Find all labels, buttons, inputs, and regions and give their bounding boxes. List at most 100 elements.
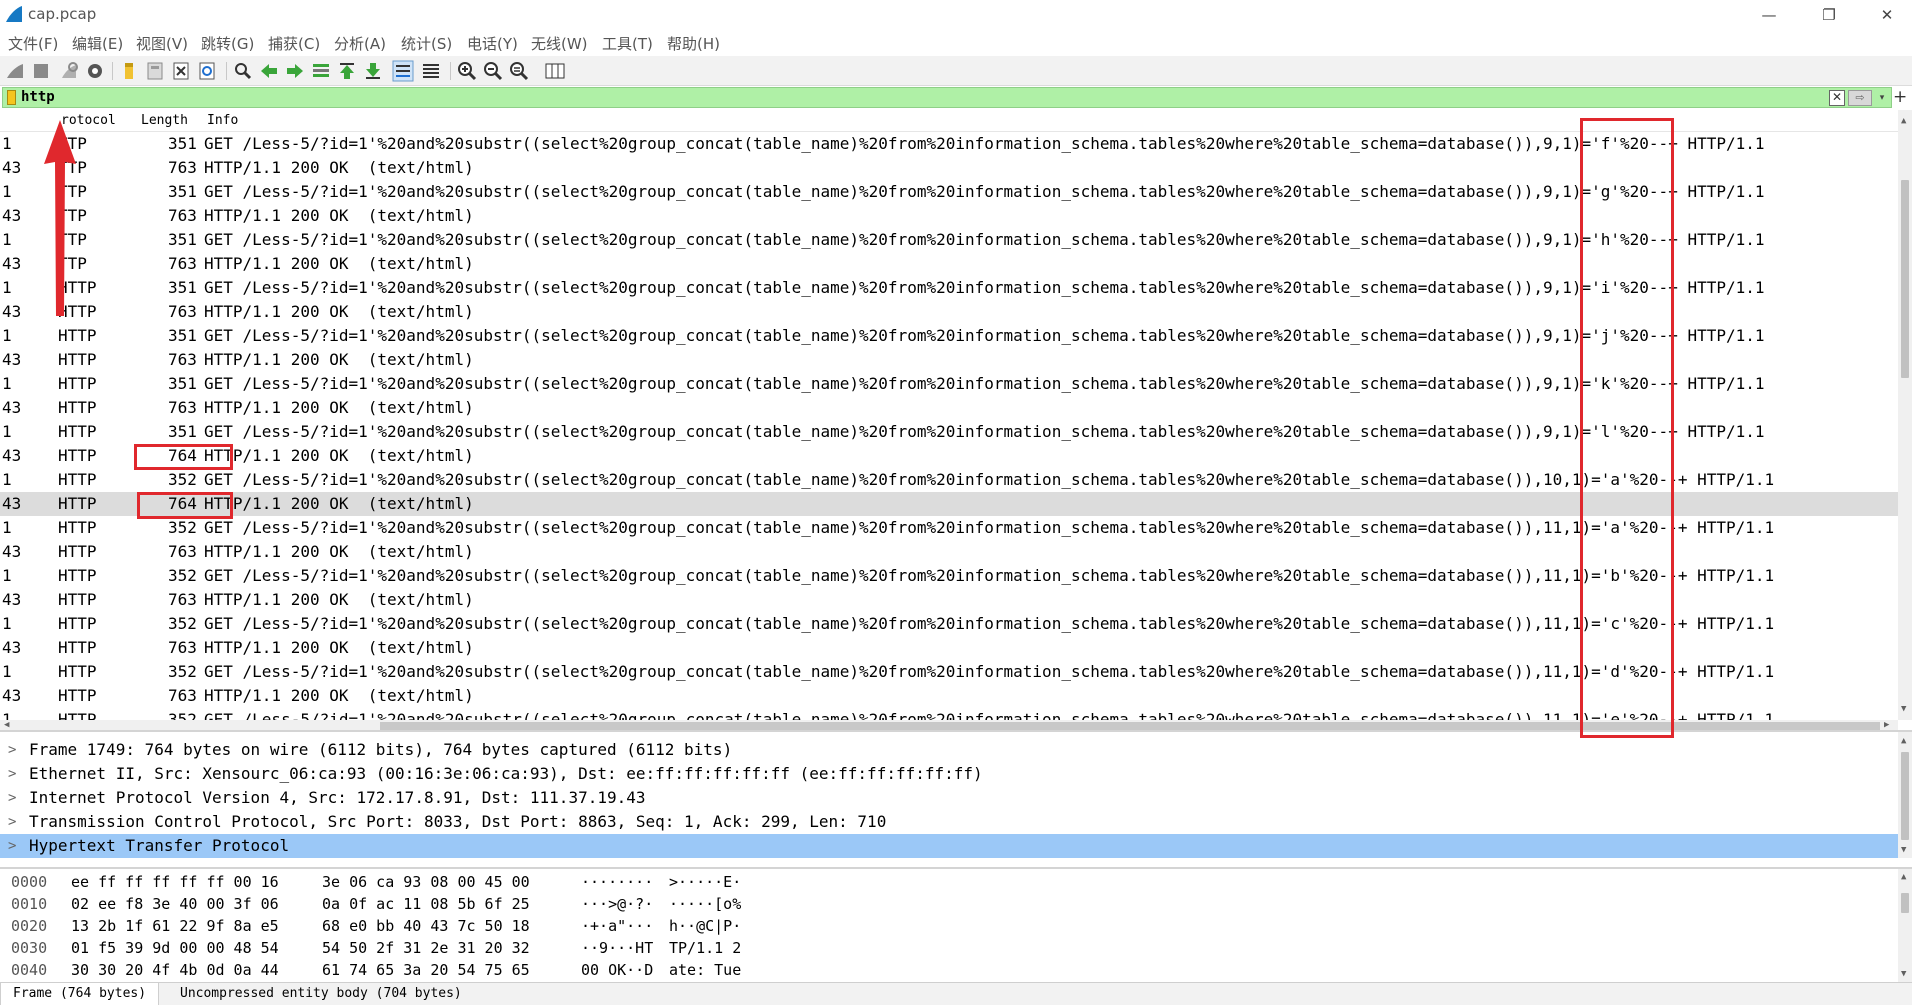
go-first-packet-icon[interactable]: [336, 60, 358, 82]
restart-capture-icon[interactable]: [58, 60, 80, 82]
apply-filter-icon[interactable]: ⇨: [1848, 90, 1872, 106]
capture-options-icon[interactable]: [84, 60, 106, 82]
byte-hex: 01 f5 39 9d 00 00 48 54: [71, 939, 279, 957]
expand-chevron-icon[interactable]: >: [8, 834, 16, 858]
find-packet-icon[interactable]: [232, 60, 254, 82]
filter-history-dropdown-icon[interactable]: ▾: [1875, 90, 1889, 106]
cell-length: 763: [168, 638, 197, 657]
add-filter-button[interactable]: +: [1893, 87, 1907, 107]
colorize-icon[interactable]: [420, 60, 442, 82]
bytes-vscrollbar[interactable]: ▲ ▼: [1898, 869, 1912, 982]
scroll-up-icon[interactable]: ▲: [1901, 872, 1906, 882]
byte-row[interactable]: 0040 30 30 20 4f 4b 0d 0a 44 61 74 65 3a 2…: [0, 959, 1912, 981]
menu-capture[interactable]: 捕获(C): [268, 33, 320, 54]
scroll-thumb[interactable]: [1901, 893, 1909, 913]
wireshark-fin-icon: [6, 6, 22, 22]
menu-analyze[interactable]: 分析(A): [334, 33, 386, 54]
filter-text[interactable]: http: [21, 89, 55, 105]
menu-edit[interactable]: 编辑(E): [72, 33, 123, 54]
menu-bar: 文件(F) 编辑(E) 视图(V) 跳转(G) 捕获(C) 分析(A) 统计(S…: [0, 30, 1912, 56]
packet-bytes-pane: 0000 ee ff ff ff ff ff 00 16 3e 06 ca 93 0…: [0, 867, 1912, 982]
clear-filter-icon[interactable]: ✕: [1829, 90, 1845, 106]
byte-hex: 3e 06 ca 93 08 00 45 00: [322, 873, 530, 891]
cell-length: 351: [168, 134, 197, 153]
details-vscrollbar[interactable]: ▲ ▼: [1898, 732, 1912, 858]
byte-ascii: h··@C|P·: [669, 917, 742, 935]
cell-info: GET /Less-5/?id=1'%20and%20substr((selec…: [204, 422, 1765, 441]
menu-tools[interactable]: 工具(T): [602, 33, 653, 54]
detail-tcp[interactable]: > Transmission Control Protocol, Src Port…: [0, 810, 1912, 834]
cell-no: 1: [2, 278, 12, 297]
byte-row[interactable]: 0030 01 f5 39 9d 00 00 48 54 54 50 2f 31 2…: [0, 937, 1912, 959]
menu-help[interactable]: 帮助(H): [667, 33, 720, 54]
scroll-up-icon[interactable]: ▲: [1901, 736, 1906, 746]
scroll-right-icon[interactable]: ▶: [1884, 720, 1889, 730]
stop-capture-icon[interactable]: [30, 60, 52, 82]
cell-protocol: HTTP: [58, 566, 97, 585]
expand-chevron-icon[interactable]: >: [8, 738, 16, 762]
auto-scroll-icon[interactable]: [392, 60, 414, 82]
cell-length: 352: [168, 518, 197, 537]
byte-row[interactable]: 0000 ee ff ff ff ff ff 00 16 3e 06 ca 93 0…: [0, 871, 1912, 893]
cell-no: 1: [2, 374, 12, 393]
zoom-in-icon[interactable]: [456, 60, 478, 82]
display-filter-input[interactable]: http ✕ ⇨ ▾: [2, 87, 1892, 108]
detail-ethernet[interactable]: > Ethernet II, Src: Xensourc_06:ca:93 (00…: [0, 762, 1912, 786]
zoom-out-icon[interactable]: [482, 60, 504, 82]
scroll-down-icon[interactable]: ▼: [1901, 845, 1906, 855]
save-file-icon[interactable]: [144, 60, 166, 82]
cell-info: HTTP/1.1 200 OK (text/html): [204, 494, 474, 513]
scroll-down-icon[interactable]: ▼: [1901, 704, 1906, 714]
expand-chevron-icon[interactable]: >: [8, 762, 16, 786]
menu-telephony[interactable]: 电话(Y): [467, 33, 518, 54]
menu-go[interactable]: 跳转(G): [201, 33, 254, 54]
tab-frame[interactable]: Frame (764 bytes): [0, 983, 160, 1005]
expand-chevron-icon[interactable]: >: [8, 786, 16, 810]
cell-length: 352: [168, 710, 197, 720]
open-file-icon[interactable]: [118, 60, 140, 82]
cell-no: 43: [2, 398, 22, 417]
byte-row[interactable]: 0020 13 2b 1f 61 22 9f 8a e5 68 e0 bb 40 4…: [0, 915, 1912, 937]
tab-uncompressed-body[interactable]: Uncompressed entity body (704 bytes): [168, 983, 474, 1005]
menu-statistics[interactable]: 统计(S): [401, 33, 452, 54]
restore-button[interactable]: ❐: [1800, 0, 1858, 30]
scroll-thumb[interactable]: [1901, 752, 1909, 840]
cell-protocol: HTTP: [58, 518, 97, 537]
cell-length: 763: [168, 542, 197, 561]
column-info[interactable]: Info: [207, 113, 238, 128]
close-button[interactable]: ✕: [1858, 0, 1912, 30]
menu-view[interactable]: 视图(V): [136, 33, 188, 54]
start-capture-icon[interactable]: [4, 60, 26, 82]
byte-row[interactable]: 0010 02 ee f8 3e 40 00 3f 06 0a 0f ac 11 0…: [0, 893, 1912, 915]
column-length[interactable]: Length: [141, 113, 188, 128]
cell-length: 352: [168, 566, 197, 585]
go-to-packet-icon[interactable]: [310, 60, 332, 82]
close-file-icon[interactable]: [170, 60, 192, 82]
detail-frame[interactable]: > Frame 1749: 764 bytes on wire (6112 bit…: [0, 738, 1912, 762]
scroll-down-icon[interactable]: ▼: [1901, 969, 1906, 979]
scroll-left-icon[interactable]: ◀: [4, 720, 9, 730]
menu-file[interactable]: 文件(F): [8, 33, 58, 54]
cell-length: 763: [168, 254, 197, 273]
detail-http[interactable]: > Hypertext Transfer Protocol: [0, 834, 1912, 858]
scroll-up-icon[interactable]: ▲: [1901, 116, 1906, 126]
reload-file-icon[interactable]: [196, 60, 218, 82]
packet-list-vscrollbar[interactable]: ▲ ▼: [1898, 110, 1912, 720]
bookmark-icon[interactable]: [7, 90, 16, 105]
expand-chevron-icon[interactable]: >: [8, 810, 16, 834]
go-back-icon[interactable]: [258, 60, 280, 82]
scroll-thumb[interactable]: [1901, 180, 1909, 378]
cell-protocol: HTTP: [58, 542, 97, 561]
go-forward-icon[interactable]: [284, 60, 306, 82]
annotation-highlight-box: [134, 444, 233, 470]
normal-size-icon[interactable]: [508, 60, 530, 82]
byte-hex: 30 30 20 4f 4b 0d 0a 44: [71, 961, 279, 979]
minimize-button[interactable]: —: [1740, 0, 1798, 30]
resize-columns-icon[interactable]: [544, 60, 566, 82]
cell-protocol: HTTP: [58, 470, 97, 489]
bytes-tab-bar: Frame (764 bytes) Uncompressed entity bo…: [0, 982, 1912, 1005]
cell-length: 763: [168, 158, 197, 177]
menu-wireless[interactable]: 无线(W): [531, 33, 588, 54]
detail-ipv4[interactable]: > Internet Protocol Version 4, Src: 172.1…: [0, 786, 1912, 810]
go-last-packet-icon[interactable]: [362, 60, 384, 82]
